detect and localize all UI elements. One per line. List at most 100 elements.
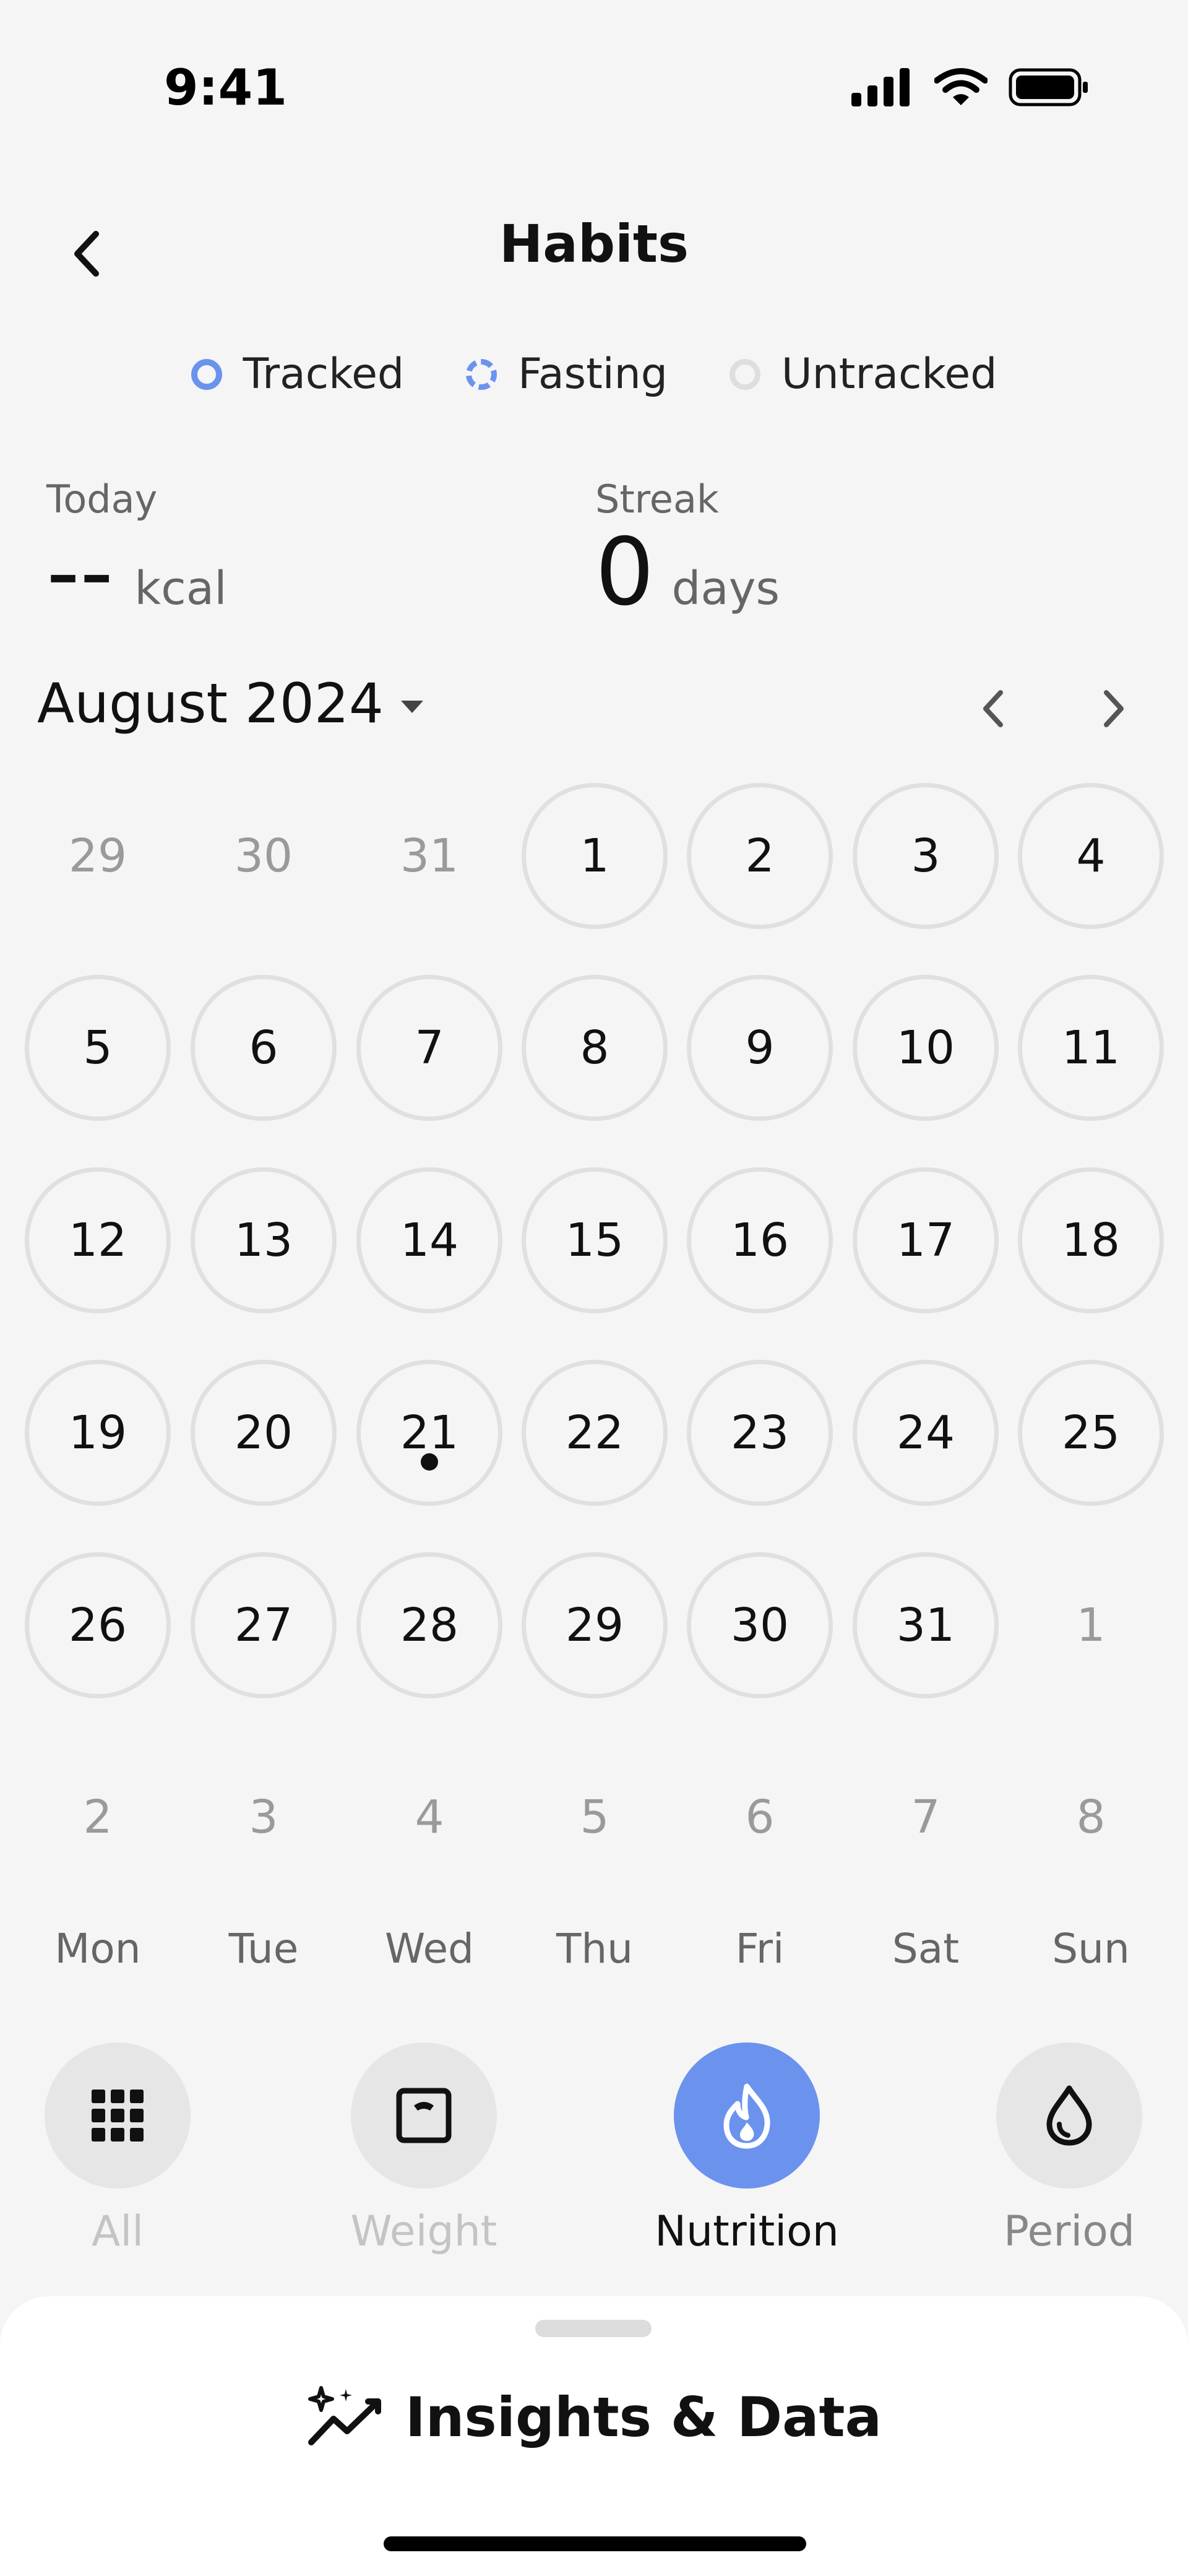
weekday-label: Sat [892, 1925, 960, 1973]
calendar-day[interactable]: 31 [853, 1552, 999, 1698]
streak-value: 0 [595, 519, 655, 626]
status-icons [851, 68, 1089, 106]
calendar-day[interactable]: 20 [191, 1360, 337, 1506]
calendar-day[interactable]: 1 [522, 783, 668, 929]
weekday-label: Wed [385, 1925, 474, 1973]
tab-nutrition-circle [674, 2042, 820, 2189]
calendar-day: 7 [911, 1791, 940, 1844]
cellular-signal-icon [851, 68, 910, 106]
page-title: Habits [499, 214, 689, 274]
month-label: August 2024 [37, 672, 384, 735]
tab-nutrition[interactable]: Nutrition [654, 2042, 840, 2256]
caret-down-icon [400, 700, 423, 713]
streak-label: Streak [595, 477, 719, 522]
tab-label: Nutrition [655, 2207, 839, 2256]
chevron-left-icon [983, 690, 1003, 727]
streak-count: 0 days [595, 526, 780, 619]
calendar-day[interactable]: 24 [853, 1360, 999, 1506]
calendar-day[interactable]: 13 [191, 1167, 337, 1313]
calendar-day[interactable]: 22 [522, 1360, 668, 1506]
calendar-day[interactable]: 26 [25, 1552, 171, 1698]
sheet-drag-handle[interactable] [535, 2320, 652, 2337]
calendar-day[interactable]: 25 [1018, 1360, 1164, 1506]
grid-icon [92, 2090, 144, 2142]
weekday-label: Tue [228, 1925, 299, 1973]
calendar-day[interactable]: 16 [687, 1167, 833, 1313]
drop-icon [1046, 2085, 1092, 2146]
calendar-day: 5 [580, 1791, 609, 1844]
legend: Tracked Fasting Untracked [0, 350, 1188, 399]
today-label: Today [46, 477, 158, 522]
insights-title: Insights & Data [405, 2385, 882, 2449]
calendar-day: 3 [249, 1791, 278, 1844]
streak-unit: days [671, 562, 780, 615]
tab-weight[interactable]: Weight [331, 2042, 517, 2256]
calendar-day[interactable]: 14 [356, 1167, 502, 1313]
calendar-day[interactable]: 15 [522, 1167, 668, 1313]
tab-all-circle [45, 2042, 191, 2189]
calendar-day: 29 [68, 829, 127, 883]
tab-weight-circle [351, 2042, 497, 2189]
legend-label: Untracked [781, 350, 997, 399]
calendar-day[interactable]: 28 [356, 1552, 502, 1698]
insights-button[interactable]: Insights & Data [0, 2383, 1188, 2451]
calendar-day: 31 [400, 829, 459, 883]
calendar-day[interactable]: 19 [25, 1360, 171, 1506]
untracked-ring-icon [729, 358, 760, 390]
home-indicator [384, 2536, 806, 2551]
calendar-day: 4 [415, 1791, 444, 1844]
calendar-day[interactable]: 30 [687, 1552, 833, 1698]
weekday-label: Mon [54, 1925, 141, 1973]
tab-label: Weight [350, 2207, 497, 2256]
battery-icon [1009, 68, 1088, 106]
flame-icon [723, 2083, 770, 2149]
calendar-day: 2 [83, 1791, 113, 1844]
legend-item-untracked: Untracked [729, 350, 997, 399]
calendar-day[interactable]: 2 [687, 783, 833, 929]
calendar-day[interactable]: 29 [522, 1552, 668, 1698]
tab-period-circle [996, 2042, 1142, 2189]
tab-label: Period [1003, 2207, 1135, 2256]
legend-item-tracked: Tracked [191, 350, 405, 399]
legend-label: Tracked [243, 350, 405, 399]
today-calories-unit: kcal [134, 562, 227, 615]
calendar-day[interactable]: 17 [853, 1167, 999, 1313]
calendar-day[interactable]: 11 [1018, 975, 1164, 1121]
previous-month-button[interactable] [965, 675, 1021, 743]
month-selector[interactable]: August 2024 [37, 672, 423, 735]
calendar-day[interactable]: 9 [687, 975, 833, 1121]
calendar-day[interactable]: 12 [25, 1167, 171, 1313]
next-month-button[interactable] [1086, 675, 1142, 743]
legend-label: Fasting [518, 350, 668, 399]
tab-all[interactable]: All [25, 2042, 210, 2256]
calendar-day[interactable]: 3 [853, 783, 999, 929]
calendar-day[interactable]: 18 [1018, 1167, 1164, 1313]
calendar-day: 30 [234, 829, 293, 883]
weekday-label: Sun [1052, 1925, 1130, 1973]
calendar-day[interactable]: 8 [522, 975, 668, 1121]
calendar-day[interactable]: 21 [356, 1360, 502, 1506]
sparkles-chart-icon [308, 2386, 382, 2445]
calendar-day[interactable]: 4 [1018, 783, 1164, 929]
wifi-icon [934, 68, 988, 105]
today-calories-value: -- [46, 519, 114, 626]
today-calories: -- kcal [46, 526, 227, 619]
weekday-label: Thu [556, 1925, 633, 1973]
calendar-day[interactable]: 7 [356, 975, 502, 1121]
calendar-day[interactable]: 10 [853, 975, 999, 1121]
today-indicator-dot [421, 1453, 438, 1471]
calendar-day[interactable]: 5 [25, 975, 171, 1121]
tracked-ring-icon [191, 358, 222, 390]
calendar-day: 8 [1076, 1791, 1106, 1844]
tab-period[interactable]: Period [976, 2042, 1162, 2256]
calendar-day[interactable]: 23 [687, 1360, 833, 1506]
scale-icon [396, 2088, 452, 2143]
weekday-label: Fri [735, 1925, 785, 1973]
calendar-day[interactable]: 6 [191, 975, 337, 1121]
fasting-ring-icon [466, 358, 497, 390]
legend-item-fasting: Fasting [466, 350, 668, 399]
calendar-day[interactable]: 27 [191, 1552, 337, 1698]
tab-label: All [91, 2207, 144, 2256]
calendar-day: 1 [1076, 1599, 1106, 1652]
status-time: 9:41 [164, 59, 287, 116]
